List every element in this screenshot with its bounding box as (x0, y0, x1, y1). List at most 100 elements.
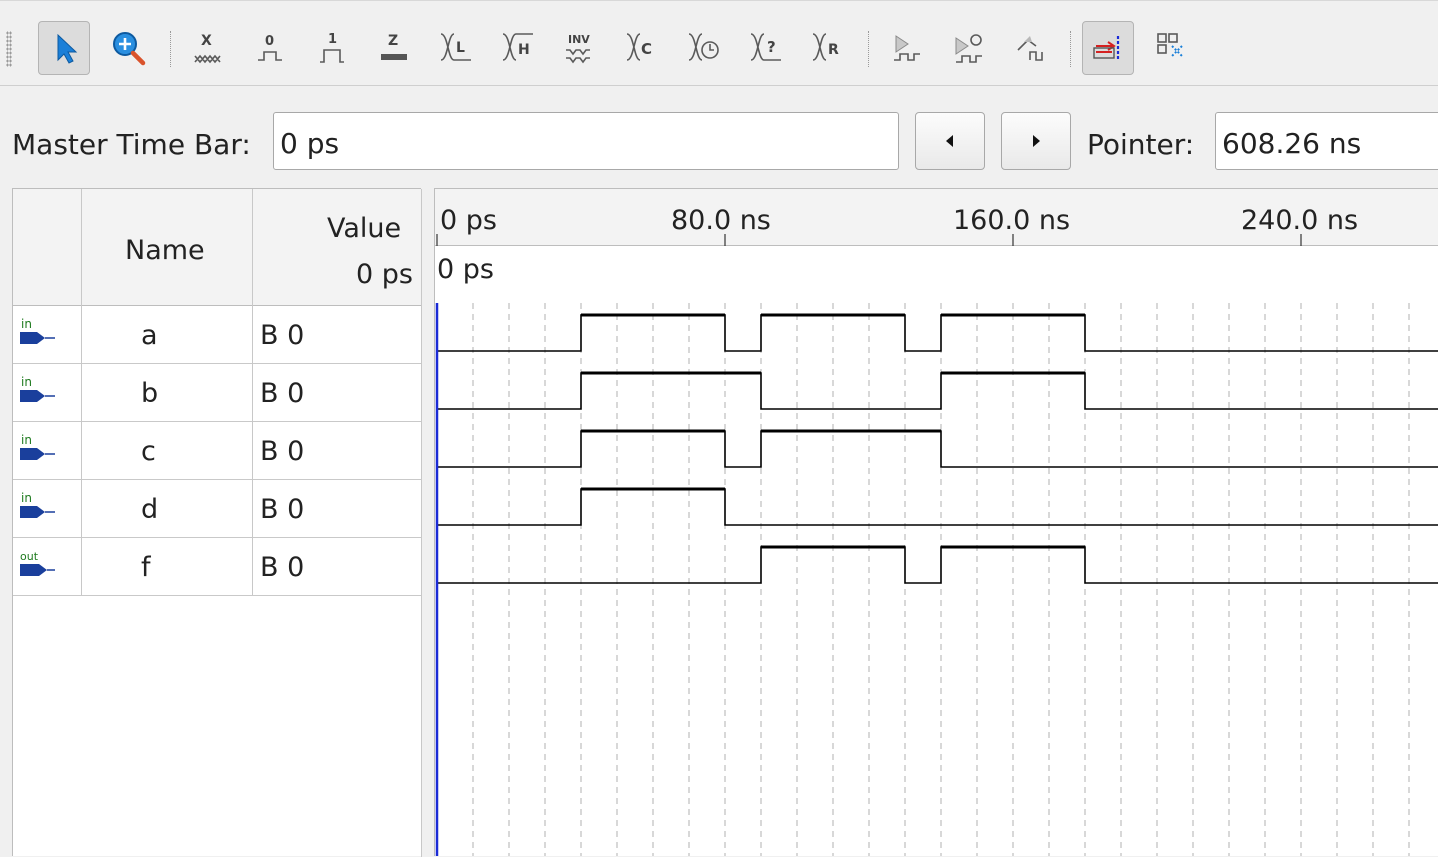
force-z-button[interactable]: Z (368, 21, 420, 75)
random-values-icon: R (812, 33, 839, 61)
waveform-d[interactable] (437, 488, 1438, 526)
node-grid: Name Value 0 ps in a B 0 in b B 0 in c B 0 in d B 0… (12, 188, 422, 857)
svg-text:?: ? (767, 38, 776, 56)
force-weak-low-button[interactable]: L (430, 21, 482, 75)
run-timing-icon (955, 34, 982, 63)
svg-text:0: 0 (265, 34, 274, 49)
svg-text:out: out (20, 550, 39, 563)
invert-button[interactable]: INV (554, 21, 606, 75)
force-unknown-icon: X (194, 33, 221, 64)
pointer-arrow-icon (57, 33, 78, 64)
signal-row[interactable]: out f B 0 (13, 538, 422, 596)
signal-row[interactable]: in a B 0 (13, 306, 422, 364)
column-header-value[interactable]: Value (327, 213, 401, 244)
svg-text:R: R (828, 42, 839, 58)
force-weak-high-button[interactable]: H (492, 21, 544, 75)
svg-text:1: 1 (328, 32, 337, 47)
pointer-field[interactable]: 608.26 ns (1215, 112, 1438, 170)
force-low-button[interactable]: 0 (244, 21, 296, 75)
group-ungroup-button[interactable] (1146, 21, 1198, 75)
toolbar-separator (868, 31, 870, 67)
invert-icon: INV (566, 33, 590, 64)
force-z-icon: Z (381, 33, 407, 60)
input-pin-icon: in (19, 316, 59, 352)
run-timing-simulation-button[interactable] (942, 21, 994, 75)
snap-to-grid-icon (1093, 36, 1120, 60)
column-divider (81, 189, 82, 595)
count-value-icon: C (626, 33, 652, 61)
column-header-name[interactable]: Name (125, 235, 205, 266)
run-functional-simulation-button[interactable] (880, 21, 932, 75)
group-icon (1157, 33, 1183, 57)
signal-value: B 0 (260, 494, 305, 525)
previous-transition-button[interactable] (915, 112, 985, 170)
force-weak-low-icon: L (440, 33, 471, 61)
svg-text:INV: INV (568, 33, 590, 46)
random-value-button[interactable]: ? (740, 21, 792, 75)
toolbar: X 0 1 Z L H INV C ? R (0, 0, 1438, 86)
zoom-magnifier-icon (113, 32, 146, 66)
svg-text:Z: Z (388, 33, 398, 49)
svg-text:L: L (456, 40, 465, 56)
arrow-left-icon (946, 135, 953, 147)
signal-value: B 0 (260, 320, 305, 351)
generate-netlist-icon (1017, 36, 1043, 61)
force-low-icon: 0 (258, 34, 282, 61)
waveform-pane[interactable]: 0 ps 80.0 ns 160.0 ns 240.0 ns 0 ps (434, 188, 1438, 856)
svg-text:in: in (21, 317, 32, 331)
master-time-bar-label: Master Time Bar: (12, 128, 251, 161)
svg-text:in: in (21, 375, 32, 389)
random-values-button[interactable]: R (802, 21, 854, 75)
signal-value: B 0 (260, 436, 305, 467)
toolbar-separator (170, 31, 172, 67)
input-pin-icon: in (19, 490, 59, 526)
overwrite-clock-button[interactable] (678, 21, 730, 75)
signal-row[interactable]: in c B 0 (13, 422, 422, 480)
column-divider (252, 189, 253, 595)
pointer-label: Pointer: (1087, 128, 1195, 161)
force-weak-high-icon: H (502, 33, 533, 61)
svg-text:C: C (641, 40, 652, 58)
selection-tool-button[interactable] (38, 21, 90, 75)
zoom-tool-button[interactable] (102, 21, 154, 75)
waveform-f[interactable] (437, 546, 1438, 584)
input-pin-icon: in (19, 374, 59, 410)
signal-name: b (141, 378, 159, 409)
next-transition-button[interactable] (1001, 112, 1071, 170)
count-value-button[interactable]: C (616, 21, 668, 75)
grid-right-border (421, 189, 422, 857)
column-header-value-time: 0 ps (356, 259, 413, 290)
svg-text:X: X (201, 33, 212, 49)
signal-value: B 0 (260, 378, 305, 409)
toolbar-grip[interactable] (6, 31, 12, 67)
waveform-canvas[interactable] (435, 188, 1438, 856)
svg-text:in: in (21, 491, 32, 505)
grid-header: Name Value 0 ps (13, 189, 422, 306)
signal-row[interactable]: in d B 0 (13, 480, 422, 538)
signal-name: a (141, 320, 158, 351)
svg-text:in: in (21, 433, 32, 447)
signal-name: d (141, 494, 159, 525)
waveform-b[interactable] (437, 372, 1438, 410)
time-bar-row: Master Time Bar: 0 ps Pointer: 608.26 ns (0, 100, 1438, 180)
signal-name: c (141, 436, 156, 467)
force-high-icon: 1 (320, 32, 344, 63)
signal-name: f (141, 552, 151, 583)
master-time-bar-field[interactable]: 0 ps (273, 112, 899, 170)
input-pin-icon: in (19, 432, 59, 468)
svg-text:H: H (518, 42, 530, 58)
snap-to-grid-button[interactable] (1082, 21, 1134, 75)
signal-value: B 0 (260, 552, 305, 583)
random-value-icon: ? (750, 33, 781, 61)
waveform-c[interactable] (437, 430, 1438, 468)
signal-row[interactable]: in b B 0 (13, 364, 422, 422)
waveform-a[interactable] (437, 314, 1438, 352)
toolbar-separator (1070, 31, 1072, 67)
force-high-button[interactable]: 1 (306, 21, 358, 75)
generate-netlist-button[interactable] (1004, 21, 1056, 75)
output-pin-icon: out (19, 548, 59, 584)
clock-icon (688, 33, 719, 61)
run-functional-icon (894, 35, 920, 61)
force-unknown-button[interactable]: X (182, 21, 234, 75)
arrow-right-icon (1033, 135, 1040, 147)
